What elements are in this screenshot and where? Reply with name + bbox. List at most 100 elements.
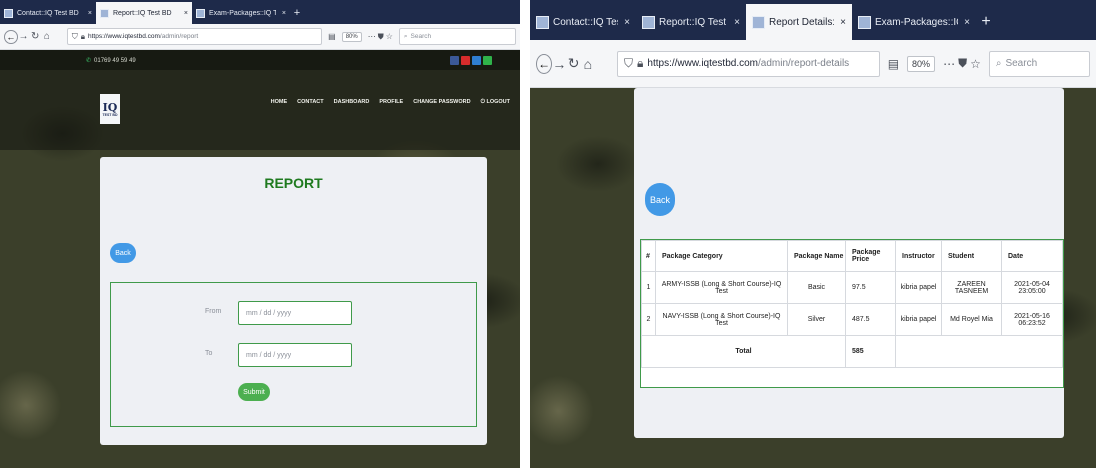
cell-date: 2021-05-16 06:23:52 (1001, 303, 1063, 336)
favicon-icon (858, 15, 871, 29)
zoom-level[interactable]: 80% (341, 31, 362, 42)
url-host: https://www.iqtestbd.com (88, 33, 160, 40)
tab-close-icon[interactable]: × (282, 10, 286, 17)
tab-exam-packages[interactable]: Exam-Packages::IQ Test BD × (192, 2, 290, 24)
total-row: Total 585 (641, 335, 1063, 368)
youtube-icon[interactable] (461, 55, 470, 65)
pocket-icon[interactable]: ⛊ (958, 56, 967, 71)
tab-bar: Contact::IQ Test BD × Report::IQ Test BD… (0, 0, 520, 24)
new-tab-button[interactable]: + (976, 4, 996, 40)
reload-icon[interactable]: ↻ (567, 55, 581, 72)
favicon-icon (642, 15, 655, 29)
logo-mark: IQ (102, 100, 118, 114)
report-table: # Package Category Package Name Package … (641, 240, 1063, 368)
tab-exam-packages[interactable]: Exam-Packages::IQ Test BD × (852, 4, 976, 40)
top-strip: ✆ 01769 49 59 49 (0, 50, 520, 70)
table-row: 2 NAVY-ISSB (Long & Short Course)-IQ Tes… (641, 303, 1063, 336)
arrow-right-icon[interactable]: → (18, 31, 30, 42)
submit-button[interactable]: Submit (238, 383, 270, 401)
report-details-card: Back # Package Category Package Name Pac… (634, 88, 1064, 438)
reader-view-icon[interactable]: ▤ (328, 32, 336, 41)
table-row: 1 ARMY-ISSB (Long & Short Course)-IQ Tes… (641, 271, 1063, 304)
report-card: REPORT Back From mm / dd / yyyy To mm / … (100, 157, 487, 445)
site-header: IQ TEST BD HOME CONTACT DASHBOARD PROFIL… (0, 70, 520, 150)
cell-package-name: Basic (787, 271, 846, 304)
from-label: From (205, 308, 222, 315)
more-icon[interactable]: ⋯ (368, 32, 376, 41)
reader-view-icon[interactable]: ▤ (888, 57, 899, 71)
linkedin-icon[interactable] (472, 55, 481, 65)
search-icon: ⌕ (995, 58, 1002, 69)
arrow-right-icon[interactable]: → (552, 56, 566, 72)
whatsapp-icon[interactable] (483, 55, 492, 65)
tab-close-icon[interactable]: × (184, 10, 188, 17)
tab-close-icon[interactable]: × (624, 17, 630, 28)
tab-close-icon[interactable]: × (88, 10, 92, 17)
logo-subtext: TEST BD (102, 112, 118, 117)
nav-profile[interactable]: PROFILE (379, 99, 403, 106)
reload-icon[interactable]: ↻ (29, 31, 41, 42)
tab-title: Report Details::IQ Test BD (769, 16, 835, 28)
total-value: 585 (845, 335, 896, 368)
nav-change-password[interactable]: CHANGE PASSWORD (413, 99, 470, 106)
report-form: From mm / dd / yyyy To mm / dd / yyyy Su… (110, 282, 477, 427)
tab-title: Contact::IQ Test BD (17, 9, 79, 17)
shield-icon[interactable]: ⛉ (624, 56, 633, 71)
phone-icon: ✆ (86, 57, 92, 64)
total-filler (895, 335, 1063, 368)
url-bar[interactable]: ⛉ 🔒︎ https://www.iqtestbd.com/admin/repo… (66, 28, 323, 45)
tab-report-details[interactable]: Report Details::IQ Test BD × (746, 4, 852, 40)
favicon-icon (196, 8, 205, 18)
more-icon[interactable]: ⋯ (943, 57, 955, 71)
zoom-level[interactable]: 80% (907, 55, 936, 72)
cell-date: 2021-05-04 23:05:00 (1001, 271, 1063, 304)
to-date-input[interactable]: mm / dd / yyyy (238, 343, 352, 367)
facebook-icon[interactable] (450, 55, 459, 65)
cell-instructor: kibria papel (895, 271, 942, 304)
search-input[interactable]: ⌕ Search (398, 28, 516, 45)
cell-student: ZAREEN TASNEEM (941, 271, 1002, 304)
back-button[interactable]: Back (110, 243, 136, 263)
new-tab-button[interactable]: + (290, 2, 304, 24)
tab-title: Exam-Packages::IQ Test BD (209, 9, 276, 17)
search-placeholder: Search (410, 33, 432, 40)
shield-icon[interactable]: ⛉ (72, 32, 78, 42)
star-icon[interactable]: ☆ (386, 32, 393, 41)
col-header-package-name: Package Name (787, 240, 846, 272)
from-date-input[interactable]: mm / dd / yyyy (238, 301, 352, 325)
table-header-row: # Package Category Package Name Package … (641, 240, 1063, 272)
url-bar[interactable]: ⛉ 🔒︎ https://www.iqtestbd.com/admin/repo… (617, 50, 880, 77)
home-icon[interactable]: ⌂ (41, 31, 53, 42)
browser-window-report-details: Contact::IQ Test BD × Report::IQ Test BD… (530, 0, 1096, 468)
pocket-icon[interactable]: ⛊ (378, 32, 384, 42)
tab-close-icon[interactable]: × (734, 17, 740, 28)
social-links (450, 55, 492, 65)
back-button[interactable]: Back (645, 183, 675, 216)
search-input[interactable]: ⌕ Search (988, 50, 1090, 77)
nav-logout[interactable]: ⏻ LOGOUT (481, 99, 510, 106)
nav-dashboard[interactable]: DASHBOARD (334, 99, 370, 106)
nav-contact[interactable]: CONTACT (297, 99, 323, 106)
cell-package-category: NAVY-ISSB (Long & Short Course)-IQ Test (655, 303, 788, 336)
lock-icon: 🔒︎ (637, 56, 644, 70)
tab-bar: Contact::IQ Test BD × Report::IQ Test BD… (530, 0, 1096, 40)
cell-package-price: 487.5 (845, 303, 896, 336)
site-logo[interactable]: IQ TEST BD (100, 94, 120, 124)
col-header-package-price: Package Price (845, 240, 896, 272)
tab-report[interactable]: Report::IQ Test BD × (636, 4, 746, 40)
arrow-left-icon[interactable]: ← (4, 29, 18, 44)
nav-home[interactable]: HOME (271, 99, 288, 106)
col-header-package-category: Package Category (655, 240, 788, 272)
tab-close-icon[interactable]: × (964, 17, 970, 28)
arrow-left-icon[interactable]: ← (536, 53, 553, 74)
cell-student: Md Royel Mia (941, 303, 1002, 336)
col-header-instructor: Instructor (895, 240, 942, 272)
tab-report[interactable]: Report::IQ Test BD × (96, 2, 192, 24)
tab-contact[interactable]: Contact::IQ Test BD × (0, 2, 96, 24)
col-header-student: Student (941, 240, 1002, 272)
tab-contact[interactable]: Contact::IQ Test BD × (530, 4, 636, 40)
home-icon[interactable]: ⌂ (581, 56, 595, 72)
star-icon[interactable]: ☆ (970, 57, 981, 71)
report-table-container: # Package Category Package Name Package … (640, 239, 1064, 388)
tab-close-icon[interactable]: × (840, 17, 846, 28)
